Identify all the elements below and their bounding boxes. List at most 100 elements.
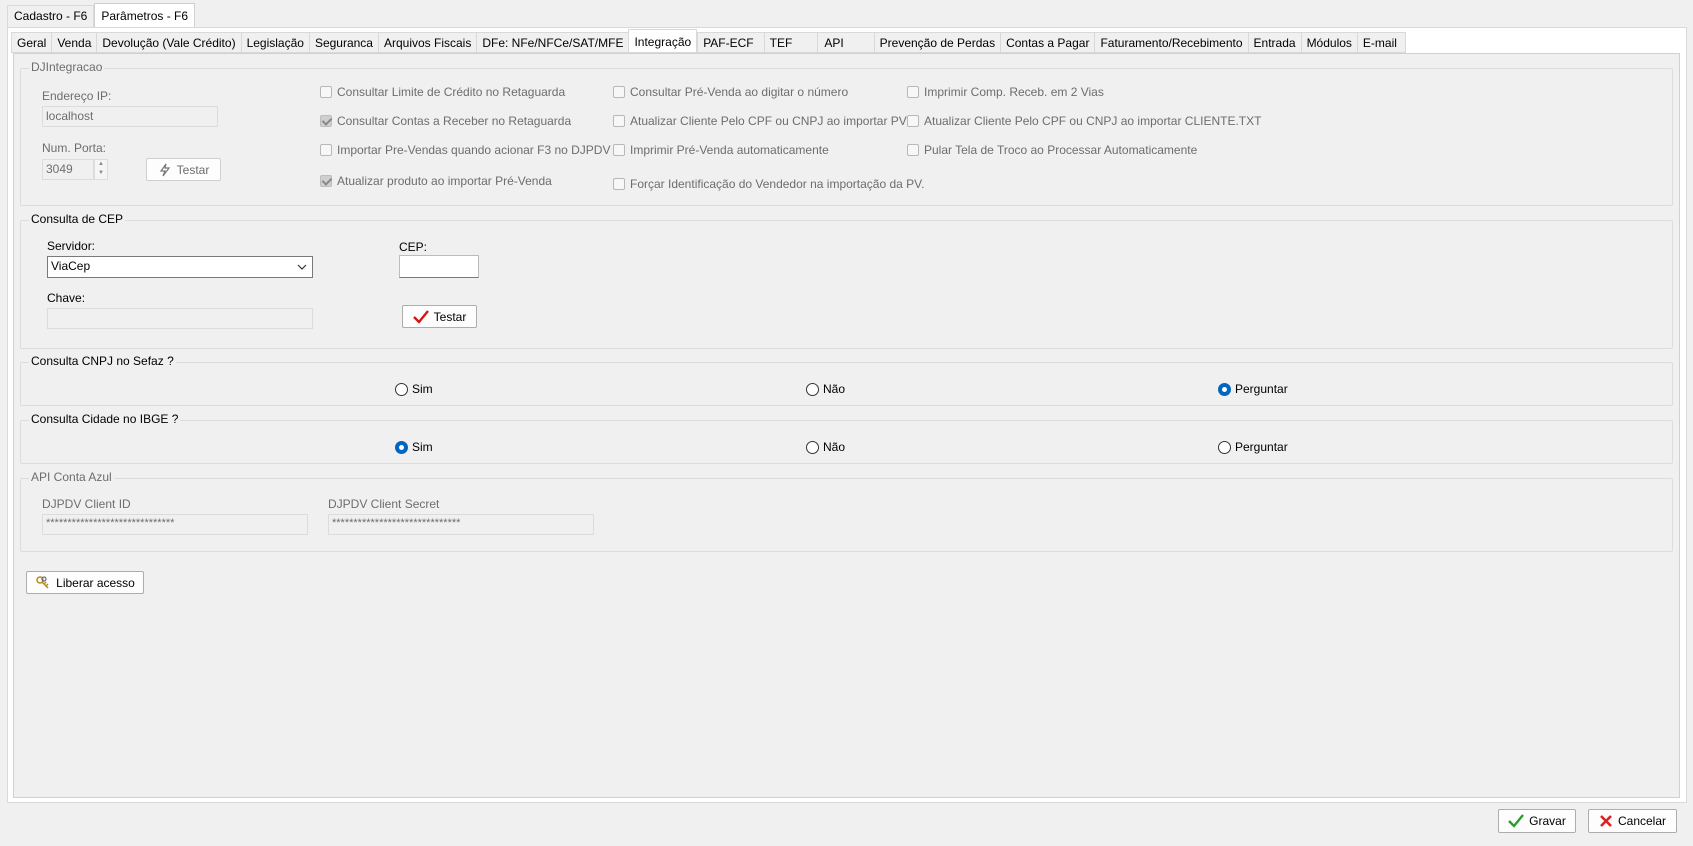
cnpj-radio-sim[interactable]: Sim: [395, 382, 433, 396]
outer-tab-bar: Cadastro - F6 Parâmetros - F6: [7, 3, 196, 27]
tab-prevencao-perdas[interactable]: Prevenção de Perdas: [873, 32, 1001, 53]
cep-legend: Consulta de CEP: [29, 212, 126, 226]
checkmark-icon: [412, 309, 429, 324]
checkbox-consultar-prevenda[interactable]: Consultar Pré-Venda ao digitar o número: [613, 85, 848, 99]
spin-down-icon[interactable]: ▼: [95, 169, 107, 178]
checkbox-label: Imprimir Pré-Venda automaticamente: [630, 143, 829, 157]
ip-input[interactable]: localhost: [42, 106, 218, 127]
ibge-radio-sim[interactable]: Sim: [395, 440, 433, 454]
checkbox-label: Atualizar Cliente Pelo CPF ou CNPJ ao im…: [924, 114, 1262, 128]
key-input[interactable]: [47, 308, 313, 329]
checkbox-atualizar-cliente-txt[interactable]: Atualizar Cliente Pelo CPF ou CNPJ ao im…: [907, 114, 1261, 128]
radio-dot[interactable]: [395, 382, 408, 396]
keys-icon: [36, 575, 49, 589]
port-input[interactable]: 3049: [42, 159, 94, 180]
tab-paf-ecf[interactable]: PAF-ECF: [697, 32, 764, 53]
tab-arquivos-fiscais[interactable]: Arquivos Fiscais: [377, 32, 477, 53]
radio-label: Sim: [412, 382, 433, 396]
checkbox-atualizar-cliente-pv[interactable]: Atualizar Cliente Pelo CPF ou CNPJ ao im…: [613, 114, 907, 128]
tab-cadastro[interactable]: Cadastro - F6: [7, 5, 95, 27]
radio-label: Não: [823, 440, 846, 454]
checkbox-box[interactable]: [907, 115, 919, 127]
client-secret-input[interactable]: ******************************: [328, 514, 594, 535]
checkmark-icon: [1508, 814, 1525, 828]
checkbox-label: Consultar Limite de Crédito no Retaguard…: [337, 85, 566, 99]
cnpj-radio-perguntar[interactable]: Perguntar: [1218, 382, 1288, 396]
tab-legislacao[interactable]: Legislação: [240, 32, 309, 53]
tab-geral[interactable]: Geral: [11, 32, 52, 53]
tab-contas-pagar[interactable]: Contas a Pagar: [1000, 32, 1095, 53]
djintegracao-test-label: Testar: [176, 162, 210, 177]
cep-label: CEP:: [399, 240, 428, 254]
cep-input[interactable]: [399, 255, 479, 278]
tab-tef[interactable]: TEF: [763, 32, 818, 53]
radio-dot[interactable]: [806, 440, 819, 454]
tab-seguranca[interactable]: Seguranca: [308, 32, 378, 53]
radio-dot[interactable]: [806, 382, 819, 396]
cancel-button[interactable]: Cancelar: [1588, 809, 1677, 833]
tab-faturamento[interactable]: Faturamento/Recebimento: [1094, 32, 1248, 53]
liberar-acesso-button[interactable]: Liberar acesso: [26, 571, 144, 594]
checkbox-pular-troco[interactable]: Pular Tela de Troco ao Processar Automat…: [907, 143, 1197, 157]
conta-azul-legend: API Conta Azul: [29, 470, 114, 484]
checkbox-box[interactable]: [320, 86, 332, 98]
checkbox-comp-receb-2-vias[interactable]: Imprimir Comp. Receb. em 2 Vias: [907, 85, 1104, 99]
radio-dot[interactable]: [395, 440, 408, 454]
checkbox-importar-prevendas[interactable]: Importar Pre-Vendas quando acionar F3 no…: [320, 143, 610, 157]
checkbox-box[interactable]: [320, 144, 332, 156]
djintegracao-test-button[interactable]: Testar: [146, 158, 221, 181]
tab-api[interactable]: API: [817, 32, 874, 53]
client-id-input[interactable]: ******************************: [42, 514, 308, 535]
tab-dfe[interactable]: DFe: NFe/NFCe/SAT/MFE: [476, 32, 629, 53]
tab-modulos[interactable]: Módulos: [1300, 32, 1357, 53]
djintegracao-group: DJIntegracao Endereço IP: localhost Num.…: [20, 60, 1673, 206]
cep-test-button[interactable]: Testar: [402, 305, 477, 328]
server-label: Servidor:: [47, 239, 96, 253]
radio-label: Não: [823, 382, 846, 396]
checkbox-box[interactable]: [613, 86, 625, 98]
ibge-group: Consulta Cidade no IBGE ? Sim Não Pergun…: [20, 412, 1673, 464]
checkbox-box[interactable]: [907, 144, 919, 156]
radio-label: Perguntar: [1235, 440, 1288, 454]
checkbox-box[interactable]: [613, 144, 625, 156]
checkbox-label: Atualizar Cliente Pelo CPF ou CNPJ ao im…: [630, 114, 907, 128]
tab-devolucao[interactable]: Devolução (Vale Crédito): [96, 32, 241, 53]
tab-parametros[interactable]: Parâmetros - F6: [94, 3, 196, 27]
tab-integracao[interactable]: Integração: [628, 29, 698, 53]
cancel-label: Cancelar: [1617, 814, 1667, 828]
checkbox-box[interactable]: [907, 86, 919, 98]
spin-up-icon[interactable]: ▲: [95, 160, 107, 169]
ibge-radio-nao[interactable]: Não: [806, 440, 845, 454]
checkbox-contas-receber[interactable]: Consultar Contas a Receber no Retaguarda: [320, 114, 571, 128]
tab-email[interactable]: E-mail: [1356, 32, 1406, 53]
radio-label: Perguntar: [1235, 382, 1288, 396]
checkbox-box[interactable]: [320, 115, 332, 127]
checkbox-limite-credito[interactable]: Consultar Limite de Crédito no Retaguard…: [320, 85, 565, 99]
save-button[interactable]: Gravar: [1498, 809, 1576, 833]
checkbox-label: Importar Pre-Vendas quando acionar F3 no…: [337, 143, 611, 157]
port-label: Num. Porta:: [42, 141, 107, 155]
tab-entrada[interactable]: Entrada: [1247, 32, 1301, 53]
radio-dot[interactable]: [1218, 440, 1231, 454]
client-id-label: DJPDV Client ID: [42, 497, 131, 511]
checkbox-atualizar-produto[interactable]: Atualizar produto ao importar Pré-Venda: [320, 174, 552, 188]
save-label: Gravar: [1529, 814, 1566, 828]
lightning-icon: [159, 163, 170, 176]
integracao-panel: DJIntegracao Endereço IP: localhost Num.…: [13, 53, 1680, 798]
key-label: Chave:: [47, 291, 86, 305]
checkbox-label: Pular Tela de Troco ao Processar Automat…: [924, 143, 1198, 157]
checkbox-label: Imprimir Comp. Receb. em 2 Vias: [924, 85, 1104, 99]
tab-venda[interactable]: Venda: [51, 32, 97, 53]
radio-dot[interactable]: [1218, 382, 1231, 396]
server-select[interactable]: ViaCep: [47, 256, 313, 278]
ibge-radio-perguntar[interactable]: Perguntar: [1218, 440, 1288, 454]
cnpj-radio-nao[interactable]: Não: [806, 382, 845, 396]
checkbox-box[interactable]: [613, 178, 625, 190]
server-select-value: ViaCep: [51, 259, 91, 273]
checkbox-imprimir-prevenda[interactable]: Imprimir Pré-Venda automaticamente: [613, 143, 829, 157]
checkbox-box[interactable]: [613, 115, 625, 127]
cnpj-group: Consulta CNPJ no Sefaz ? Sim Não Pergunt…: [20, 354, 1673, 406]
port-spinner[interactable]: ▲ ▼: [94, 159, 108, 180]
checkbox-forcar-vendedor[interactable]: Forçar Identificação do Vendedor na impo…: [613, 177, 924, 191]
checkbox-box[interactable]: [320, 175, 332, 187]
